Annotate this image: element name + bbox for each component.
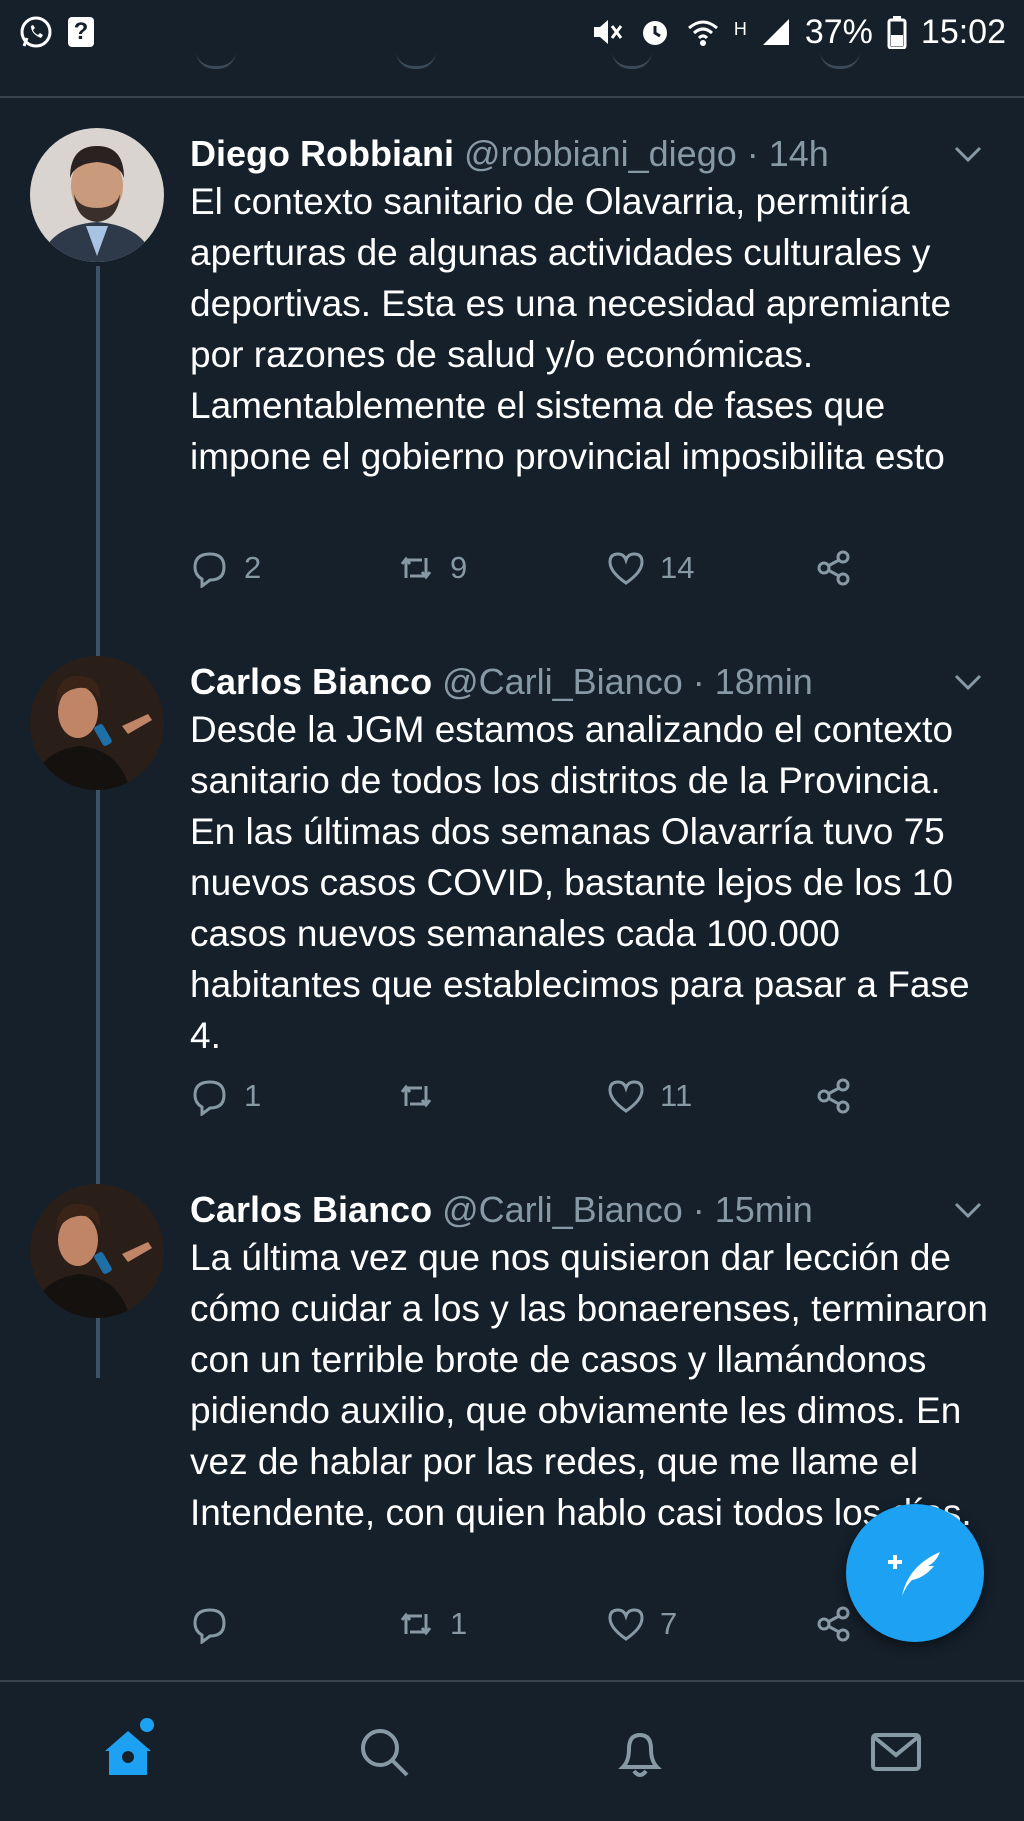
like-count: 14 xyxy=(660,550,695,585)
reply-icon xyxy=(193,552,226,588)
tweet-header: Diego Robbiani @robbiani_diego · 14h xyxy=(190,128,994,180)
reply-button[interactable]: 2 xyxy=(190,548,261,588)
tweet-actions: 2 9 14 xyxy=(190,548,994,608)
reply-button[interactable] xyxy=(190,1604,244,1644)
avatar[interactable] xyxy=(30,1184,164,1318)
author-name[interactable]: Carlos Bianco xyxy=(190,1189,432,1231)
retweet-button[interactable]: 9 xyxy=(396,548,467,588)
divider xyxy=(0,96,1024,98)
share-icon xyxy=(817,1606,850,1642)
tweet-header: Carlos Bianco @Carli_Bianco · 15min xyxy=(190,1184,994,1236)
nav-messages[interactable] xyxy=(856,1712,936,1792)
author-handle[interactable]: @robbiani_diego xyxy=(464,133,737,175)
share-icon xyxy=(817,550,850,586)
nav-notifications[interactable] xyxy=(600,1712,680,1792)
messages-icon xyxy=(871,1732,921,1771)
retweet-icon xyxy=(400,1084,432,1108)
heart-icon xyxy=(608,552,644,585)
chevron-down-icon[interactable] xyxy=(948,662,988,702)
compose-tweet-button[interactable] xyxy=(846,1504,984,1642)
network-type-label: H xyxy=(733,18,747,39)
search-icon xyxy=(361,1728,409,1776)
like-button[interactable]: 7 xyxy=(606,1604,677,1644)
tweet-actions: 1 11 xyxy=(190,1076,994,1136)
clock: 15:02 xyxy=(920,12,1006,51)
notifications-icon xyxy=(618,1732,662,1777)
tweet-text: El contexto sanitario de Olavarria, perm… xyxy=(190,181,952,477)
reply-icon xyxy=(193,1608,226,1644)
retweet-button[interactable]: 1 xyxy=(396,1604,467,1644)
like-count: 7 xyxy=(660,1606,678,1641)
retweet-count: 1 xyxy=(450,1606,468,1641)
share-icon xyxy=(817,1078,850,1114)
share-button[interactable] xyxy=(814,548,854,588)
reply-count: 2 xyxy=(244,550,262,585)
heart-icon xyxy=(608,1080,644,1113)
author-handle[interactable]: @Carli_Bianco xyxy=(442,661,683,703)
like-button[interactable]: 11 xyxy=(606,1076,692,1116)
retweet-count: 9 xyxy=(450,550,468,585)
battery-percent: 37% xyxy=(804,12,873,51)
alarm-icon xyxy=(638,15,672,49)
like-count: 11 xyxy=(660,1078,693,1113)
reply-count: 1 xyxy=(244,1078,262,1113)
share-button[interactable] xyxy=(814,1604,854,1644)
tweet-header: Carlos Bianco @Carli_Bianco · 18min xyxy=(190,656,994,708)
retweet-icon xyxy=(400,1612,432,1636)
unknown-app-icon: ? xyxy=(68,17,94,47)
wifi-icon xyxy=(686,15,720,49)
retweet-icon xyxy=(400,556,432,580)
reply-button[interactable]: 1 xyxy=(190,1076,261,1116)
mute-icon xyxy=(590,15,624,49)
signal-icon xyxy=(761,17,791,47)
like-button[interactable]: 14 xyxy=(606,548,694,588)
heart-icon xyxy=(608,1608,644,1641)
author-name[interactable]: Carlos Bianco xyxy=(190,661,432,703)
bottom-nav xyxy=(0,1682,1024,1821)
author-name[interactable]: Diego Robbiani xyxy=(190,133,454,175)
compose-tweet-icon xyxy=(888,1552,940,1596)
avatar[interactable] xyxy=(30,128,164,262)
nav-home[interactable] xyxy=(88,1712,168,1792)
battery-icon xyxy=(887,15,907,49)
reply-icon xyxy=(193,1080,226,1116)
nav-search[interactable] xyxy=(344,1712,424,1792)
whatsapp-icon xyxy=(18,14,54,50)
new-content-dot xyxy=(140,1717,154,1732)
author-handle[interactable]: @Carli_Bianco xyxy=(442,1189,683,1231)
previous-tweet-actions xyxy=(0,48,1024,96)
chevron-down-icon[interactable] xyxy=(948,1190,988,1230)
tweet-time: · 18min xyxy=(692,661,813,702)
tweet-time: · 14h xyxy=(746,133,829,174)
share-button[interactable] xyxy=(814,1076,854,1116)
tweet-time: · 15min xyxy=(692,1189,813,1230)
chevron-down-icon[interactable] xyxy=(948,134,988,174)
tweet-text: Desde la JGM estamos analizando el conte… xyxy=(190,709,970,1056)
avatar[interactable] xyxy=(30,656,164,790)
retweet-button[interactable] xyxy=(396,1076,450,1116)
